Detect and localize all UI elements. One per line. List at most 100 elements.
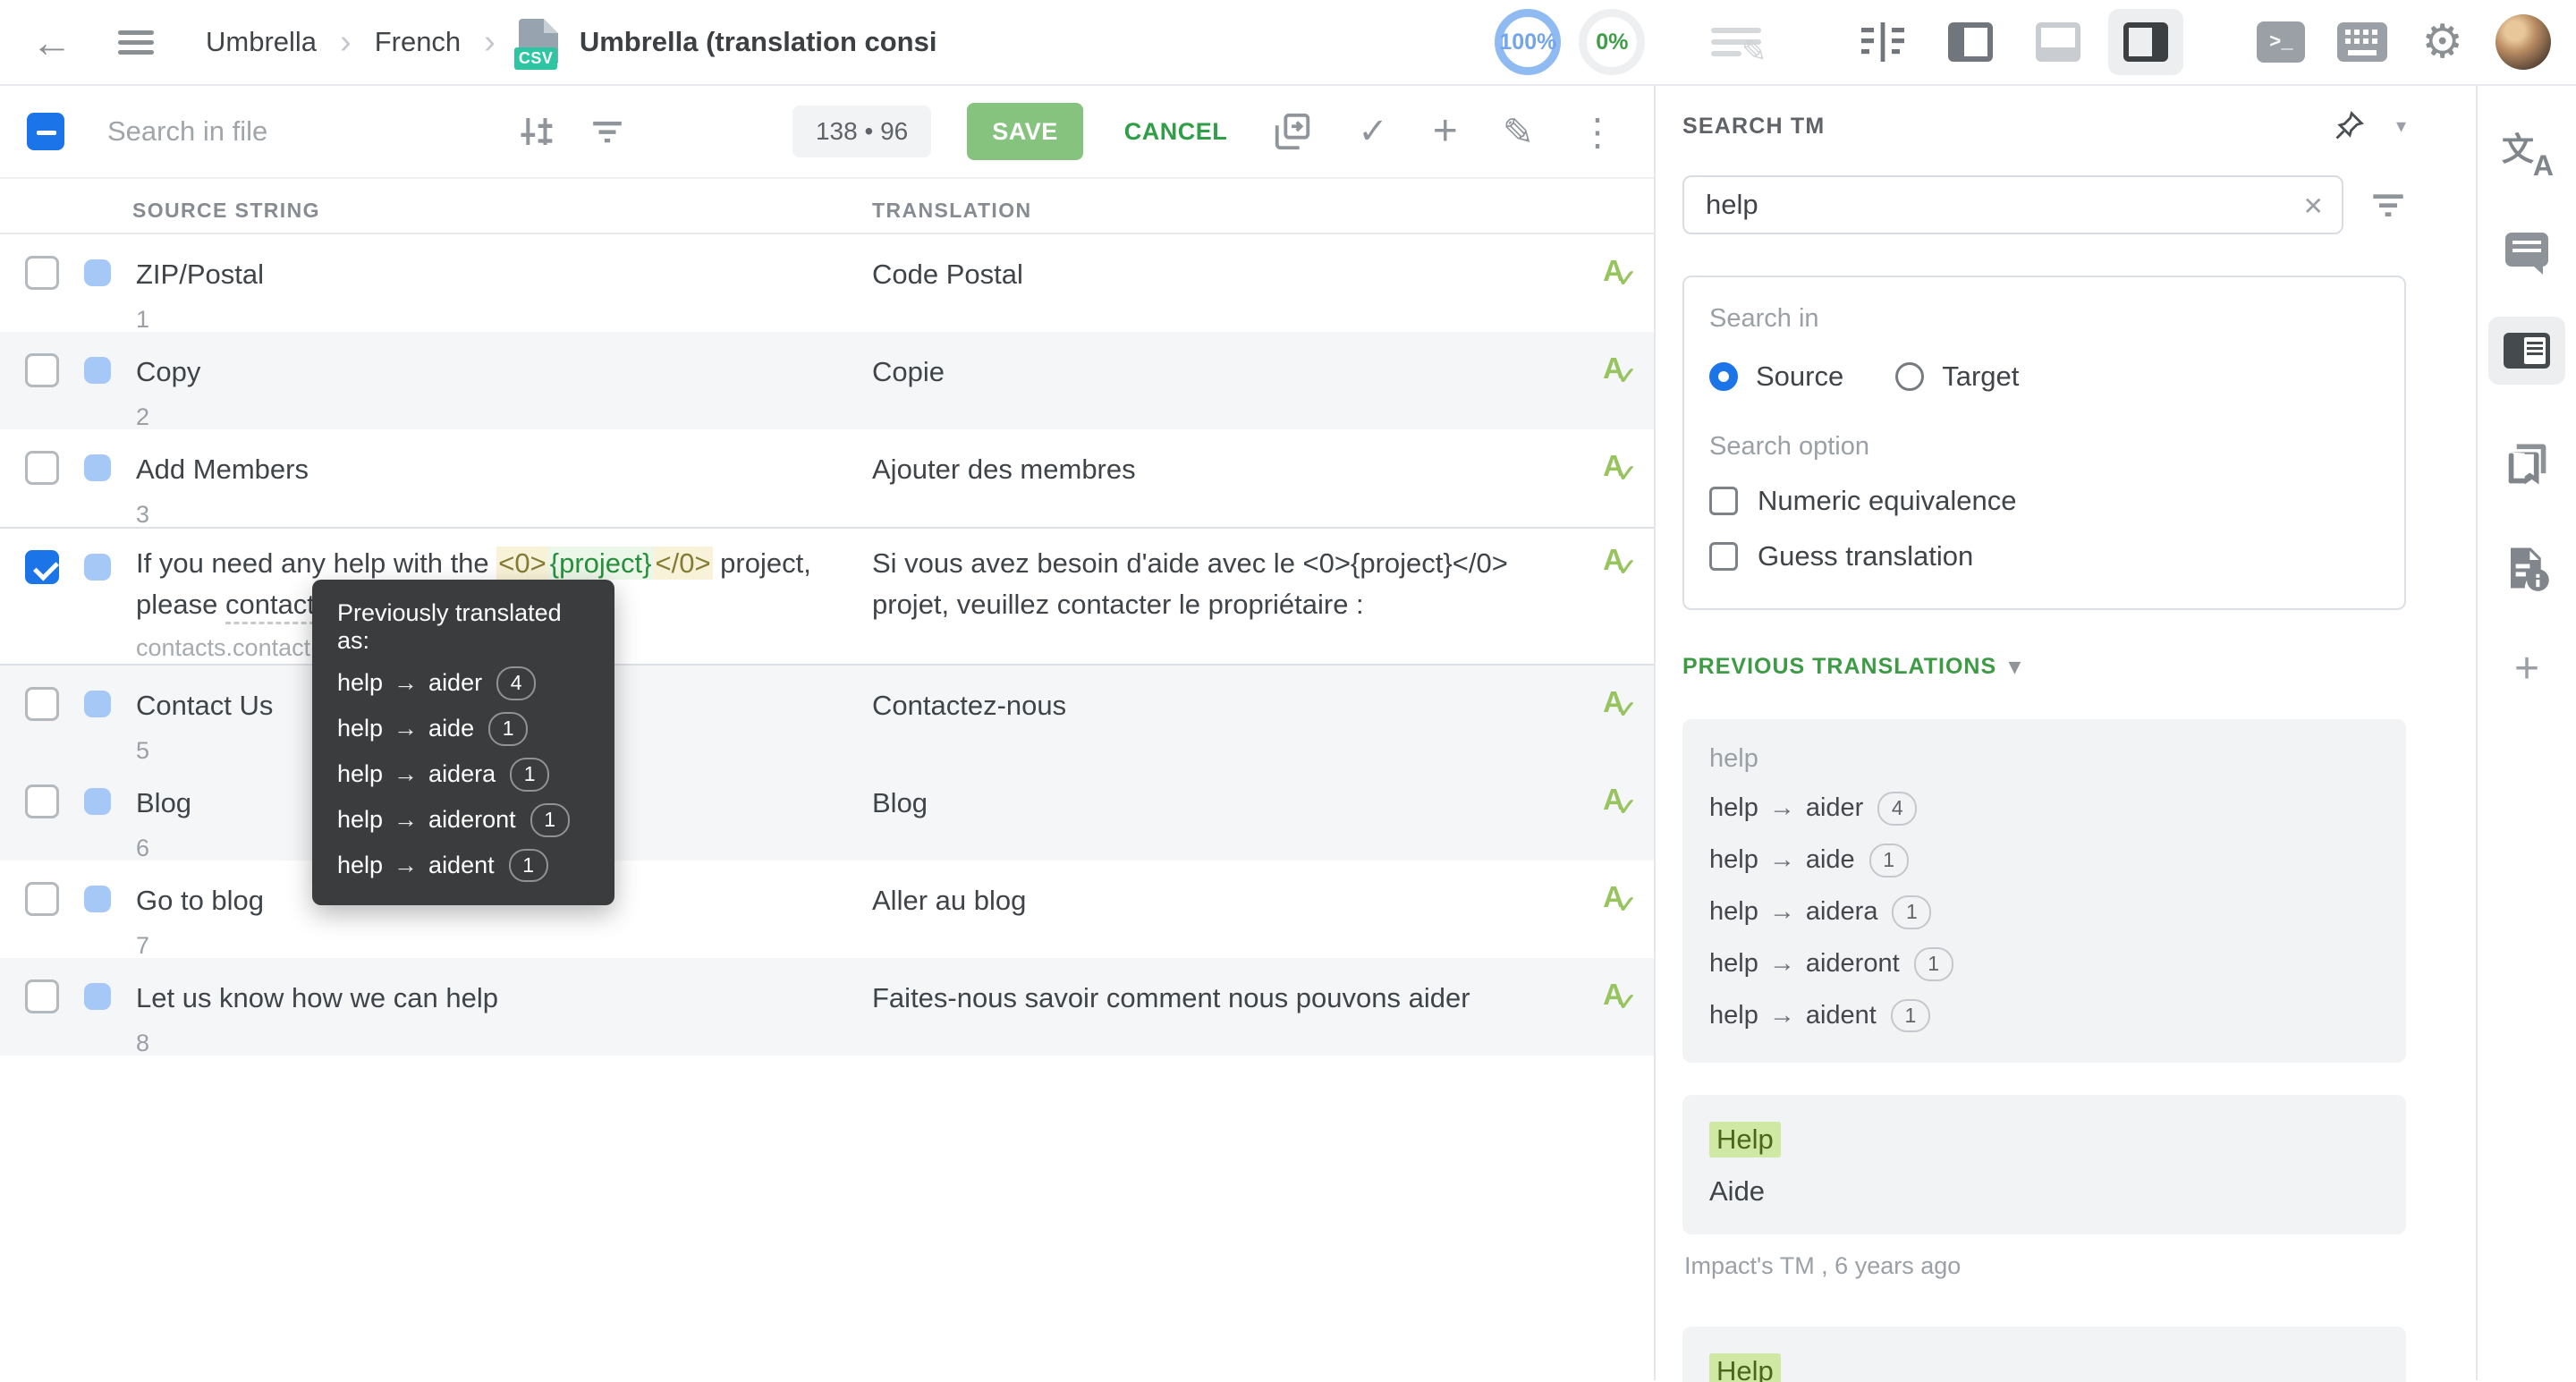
row-checkbox[interactable] [25, 353, 59, 387]
translation-text: Copie [872, 332, 1573, 393]
previous-translations-header[interactable]: PREVIOUS TRANSLATIONS ▾ [1682, 653, 2406, 680]
row-checkbox[interactable] [25, 979, 59, 1013]
table-row[interactable]: Copy2 Copie A✓ [0, 332, 1654, 429]
settings-gear-icon[interactable]: ⚙ [2421, 19, 2463, 65]
tm-match-item: help→aident1 [1709, 999, 2379, 1033]
row-checkbox[interactable] [25, 784, 59, 818]
spellcheck-icon: A✓ [1603, 880, 1624, 914]
table-row-selected[interactable]: If you need any help with the <0>{projec… [0, 527, 1654, 666]
file-title[interactable]: Umbrella (translation consist… [580, 26, 937, 58]
pin-icon[interactable] [2332, 109, 2366, 143]
string-status-icon [84, 788, 111, 815]
row-checkbox[interactable] [25, 687, 59, 721]
tm-panel-tab-active[interactable] [2488, 317, 2565, 385]
spellcheck-icon: A✓ [1603, 978, 1624, 1012]
radio-on-icon[interactable] [1709, 362, 1738, 391]
source-string: Copy [136, 352, 872, 393]
comments-icon[interactable] [2505, 233, 2548, 267]
radio-off-icon[interactable] [1895, 362, 1924, 391]
row-checkbox[interactable] [25, 550, 59, 584]
string-id: 3 [136, 501, 872, 529]
advanced-filter-icon[interactable] [519, 114, 555, 149]
menu-icon[interactable] [118, 25, 154, 60]
add-panel-icon[interactable]: + [2514, 644, 2539, 693]
breadcrumb-language[interactable]: French [375, 26, 461, 58]
string-status-icon [84, 454, 111, 481]
strings-view-icon[interactable] [1845, 9, 1920, 75]
radio-source[interactable]: Source [1709, 360, 1843, 393]
tm-result-translation: Aide [1709, 1175, 2379, 1208]
string-counter-badge: 138 • 96 [792, 106, 931, 157]
tm-result-meta: Impact's TM , 6 years ago [1682, 1252, 2406, 1280]
tm-match-item: help→aideront1 [337, 803, 589, 837]
checkbox-guess-translation[interactable]: Guess translation [1709, 540, 2379, 572]
more-options-icon[interactable]: ⋮ [1579, 110, 1616, 154]
checkbox-numeric-equivalence[interactable]: Numeric equivalence [1709, 485, 2379, 517]
string-status-icon [84, 554, 111, 581]
breadcrumb-project[interactable]: Umbrella [206, 26, 317, 58]
spellcheck-icon: A✓ [1603, 543, 1624, 577]
copy-source-icon[interactable] [1272, 111, 1313, 152]
chevron-down-icon: ▾ [2009, 653, 2021, 680]
tm-match-list[interactable]: help→aider4help→aide1help→aidera1help→ai… [1709, 792, 2379, 1032]
translate-icon[interactable]: 文A [2502, 127, 2552, 177]
filter-icon[interactable] [590, 114, 624, 148]
console-icon[interactable]: >_ [2257, 21, 2305, 63]
editor-body: 138 • 96 SAVE CANCEL ✓ + ✎ ⋮ SOURCE STRI… [0, 86, 2576, 1380]
edit-icon[interactable]: ✎ [1503, 110, 1534, 154]
source-string: Add Members [136, 449, 872, 490]
translation-text: Ajouter des membres [872, 429, 1573, 490]
tm-panel-icon [2504, 333, 2550, 369]
clear-icon[interactable]: ✕ [2303, 191, 2324, 221]
keyboard-shortcuts-icon[interactable] [2337, 22, 2387, 62]
tm-result-card[interactable]: Help Aide [1682, 1327, 2406, 1382]
translated-progress-ring[interactable]: 100% [1495, 9, 1561, 75]
tm-filter-icon[interactable] [2370, 187, 2406, 223]
row-checkbox[interactable] [25, 256, 59, 290]
tm-search-input[interactable] [1684, 177, 2342, 233]
topbar: ← Umbrella › French › CSV Umbrella (tran… [0, 0, 2576, 86]
file-info-icon[interactable] [2503, 544, 2551, 592]
radio-target[interactable]: Target [1895, 360, 2019, 393]
approve-icon[interactable]: ✓ [1358, 111, 1388, 152]
source-string: Let us know how we can help [136, 978, 872, 1019]
spellcheck-icon: A✓ [1603, 352, 1624, 386]
tm-result-card[interactable]: Help Aide [1682, 1095, 2406, 1234]
table-row[interactable]: Contact Us5 Contactez-nous A✓ [0, 666, 1654, 763]
save-button[interactable]: SAVE [967, 103, 1083, 160]
source-string: ZIP/Postal [136, 254, 872, 295]
back-icon[interactable]: ← [30, 18, 73, 66]
tm-query: help [1709, 744, 2379, 774]
table-row[interactable]: Let us know how we can help8 Faites-nous… [0, 958, 1654, 1056]
row-checkbox[interactable] [25, 882, 59, 916]
glossary-icon[interactable] [2503, 440, 2551, 488]
crowdin-editor: ← Umbrella › French › CSV Umbrella (tran… [0, 0, 2576, 1382]
right-panel-view-icon[interactable] [2108, 9, 2183, 75]
bottom-panel-view-icon[interactable] [2021, 9, 2096, 75]
search-input[interactable] [107, 115, 483, 148]
cancel-button[interactable]: CANCEL [1124, 118, 1228, 146]
translation-column-header: TRANSLATION [872, 199, 1032, 223]
chevron-right-icon: › [484, 25, 496, 59]
spellcheck-icon: A✓ [1603, 783, 1624, 817]
string-status-icon [84, 983, 111, 1010]
table-row[interactable]: ZIP/Postal1 Code Postal A✓ [0, 234, 1654, 332]
table-row[interactable]: Blog6 Blog A✓ [0, 763, 1654, 861]
table-row[interactable]: Add Members 3 Ajouter des membres A✓ [0, 429, 1654, 527]
row-checkbox[interactable] [25, 451, 59, 485]
user-avatar[interactable] [2496, 14, 2551, 70]
table-row[interactable]: Go to blog7 Aller au blog A✓ [0, 861, 1654, 958]
approved-progress-ring[interactable]: 0% [1579, 9, 1645, 75]
side-by-side-view-icon[interactable] [1933, 9, 2008, 75]
add-string-icon[interactable]: + [1433, 110, 1458, 153]
view-switcher [1833, 9, 2183, 75]
spellcheck-icon: A✓ [1603, 449, 1624, 483]
checkbox-icon[interactable] [1709, 487, 1738, 515]
search-options-card: Search in Source Target Search option Nu… [1682, 276, 2406, 610]
source-column-header: SOURCE STRING [132, 199, 320, 223]
previous-translations-card: help help→aider4help→aide1help→aidera1he… [1682, 719, 2406, 1063]
chevron-down-icon[interactable]: ▾ [2396, 114, 2406, 138]
select-all-checkbox[interactable] [27, 113, 64, 150]
chevron-right-icon: › [340, 25, 352, 59]
checkbox-icon[interactable] [1709, 542, 1738, 571]
